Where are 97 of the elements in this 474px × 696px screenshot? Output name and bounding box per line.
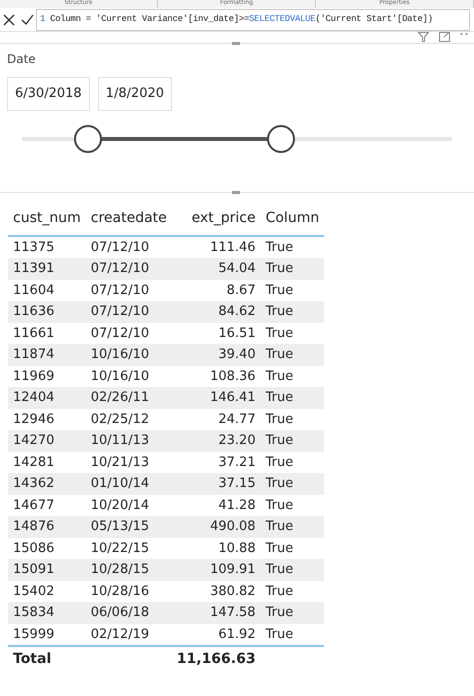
table-cell: 41.28	[172, 494, 261, 516]
table-cell: 15999	[8, 624, 86, 646]
table-cell: True	[260, 280, 324, 301]
table-cell: 61.92	[172, 624, 261, 646]
table-cell: 10/22/15	[86, 538, 172, 559]
table-cell: 39.40	[172, 344, 261, 366]
filter-icon[interactable]	[418, 32, 429, 43]
table-cell: 10.88	[172, 538, 261, 559]
table-cell: 10/28/15	[86, 559, 172, 580]
table-cell: 14876	[8, 516, 86, 538]
table-cell: 146.41	[172, 387, 261, 408]
table-cell: 06/06/18	[86, 602, 172, 624]
table-cell: 10/16/10	[86, 366, 172, 387]
table-cell: 15834	[8, 602, 86, 624]
table-cell: 11391	[8, 258, 86, 280]
table-cell: True	[260, 408, 324, 430]
slider-thumb[interactable]	[267, 124, 296, 152]
table-cell: 37.15	[172, 473, 261, 494]
resize-handle[interactable]	[232, 191, 240, 194]
table-cell: 84.62	[172, 301, 261, 322]
close-icon[interactable]	[3, 14, 15, 26]
table-cell: 05/13/15	[86, 516, 172, 538]
table-cell: 490.08	[172, 516, 261, 538]
table-cell: True	[260, 344, 324, 366]
table-cell: 12946	[8, 408, 86, 430]
table-cell: True	[260, 301, 324, 322]
table-cell: 01/10/14	[86, 473, 172, 494]
table-cell: True	[260, 366, 324, 387]
table-cell: 14281	[8, 452, 86, 473]
start-date-field[interactable]: 6/30/2018	[7, 77, 90, 110]
table-cell: True	[260, 473, 324, 494]
table-cell: 109.91	[172, 559, 261, 580]
total-value: 11,166.63	[172, 646, 261, 670]
slider-thumb[interactable]	[74, 124, 102, 152]
table-cell: True	[260, 559, 324, 580]
table-cell: 14362	[8, 473, 86, 494]
table-cell: 15091	[8, 559, 86, 580]
table-cell: True	[260, 494, 324, 516]
table-cell: 15086	[8, 538, 86, 559]
table-cell: 10/21/13	[86, 452, 172, 473]
table-cell: 23.20	[172, 430, 261, 452]
table-cell: True	[260, 387, 324, 408]
table-cell: 14270	[8, 430, 86, 452]
table-cell: 380.82	[172, 580, 261, 602]
table-cell: 02/25/12	[86, 408, 172, 430]
table-cell: 16.51	[172, 322, 261, 344]
table-cell: True	[260, 602, 324, 624]
table-cell: 14677	[8, 494, 86, 516]
table-cell: 147.58	[172, 602, 261, 624]
table-cell: 24.77	[172, 408, 261, 430]
table-cell: 02/12/19	[86, 624, 172, 646]
column-header[interactable]: ext_price	[172, 203, 261, 236]
table-cell: 12404	[8, 387, 86, 408]
table-cell: True	[260, 236, 324, 258]
table-cell: 11969	[8, 366, 86, 387]
table-cell: 10/16/10	[86, 344, 172, 366]
end-date-field[interactable]: 1/8/2020	[98, 77, 172, 110]
table-cell: 10/28/16	[86, 580, 172, 602]
column-header[interactable]: cust_num	[8, 203, 86, 236]
table-cell: 15402	[8, 580, 86, 602]
table-cell: 108.36	[172, 366, 261, 387]
table-cell: True	[260, 322, 324, 344]
formula-field[interactable]: 1 Column = 'Current Variance'[inv_date]>=SELECTEDVALUE('Current Start'[Date])	[36, 8, 470, 30]
slicer-title: Date	[7, 51, 37, 68]
table-cell: 8.67	[172, 280, 261, 301]
table-cell: True	[260, 516, 324, 538]
formula-text: Column = 'Current Variance'[inv_date]>=SELECTEDVALUE('Current Start'[Date])	[50, 12, 433, 26]
table-cell: 37.21	[172, 452, 261, 473]
table-cell: 11661	[8, 322, 86, 344]
resize-handle[interactable]	[232, 42, 240, 45]
checkmark-icon[interactable]	[20, 14, 34, 25]
table-cell: 07/12/10	[86, 258, 172, 280]
column-header[interactable]: Column	[260, 203, 324, 236]
table-cell: 07/12/10	[86, 236, 172, 258]
table-cell: True	[260, 624, 324, 646]
table-cell: True	[260, 258, 324, 280]
table-cell: True	[260, 452, 324, 473]
table-cell: 11604	[8, 280, 86, 301]
slider-track[interactable]	[22, 124, 452, 154]
table-cell: 11874	[8, 344, 86, 366]
table-cell: 10/20/14	[86, 494, 172, 516]
table-cell: 11636	[8, 301, 86, 322]
table-cell: 07/12/10	[86, 322, 172, 344]
table-cell: 02/26/11	[86, 387, 172, 408]
table-cell: 07/12/10	[86, 280, 172, 301]
table-cell: True	[260, 580, 324, 602]
table-cell: 10/11/13	[86, 430, 172, 452]
table-cell: 54.04	[172, 258, 261, 280]
total-label: Total	[8, 646, 86, 670]
table-cell: 111.46	[172, 236, 261, 258]
table-cell: 11375	[8, 236, 86, 258]
table-cell: 07/12/10	[86, 301, 172, 322]
table-cell: True	[260, 538, 324, 559]
table-cell: True	[260, 430, 324, 452]
line-number: 1	[39, 12, 46, 26]
column-header[interactable]: createdate	[86, 203, 172, 236]
focus-mode-icon[interactable]	[439, 32, 450, 43]
